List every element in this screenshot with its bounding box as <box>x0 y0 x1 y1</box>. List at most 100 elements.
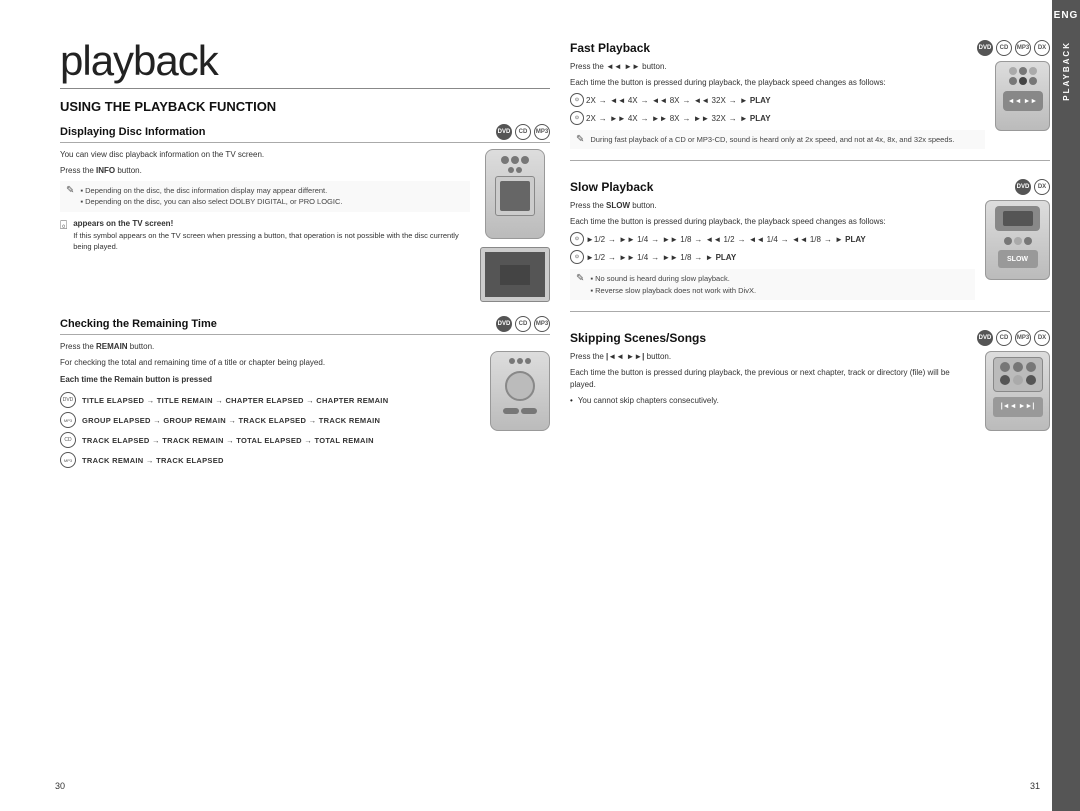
tv-symbol-icon: ⌻ <box>60 218 67 233</box>
skip-disc-icons: DVD CD MP3 DX <box>977 330 1050 346</box>
slow-note-icon: ✎ <box>576 273 584 296</box>
remain-dvd-icon: DVD <box>60 392 76 408</box>
fast-note-text: During fast playback of a CD or MP3-CD, … <box>590 134 954 145</box>
playback-label: PLAYBACK <box>1062 41 1071 101</box>
checking-body: For checking the total and remaining tim… <box>60 357 480 369</box>
skip-body: Each time the button is pressed during p… <box>570 367 975 391</box>
remote-btn <box>509 358 515 364</box>
tv-symbol-title: appears on the TV screen! <box>73 218 470 230</box>
skip-note: • You cannot skip chapters consecutively… <box>570 395 975 411</box>
displaying-disc-icons: DVD CD MP3 <box>496 124 550 140</box>
tv-symbol-block: ⌻ appears on the TV screen! If this symb… <box>60 218 470 253</box>
fast-disc-icons: DVD CD MP3 DX <box>977 40 1050 56</box>
fast-remote: ◄◄ ►► <box>995 61 1050 131</box>
slow-note-1: ▪ No sound is heard during slow playback… <box>590 273 756 284</box>
left-column: playback USING THE PLAYBACK FUNCTION Dis… <box>60 40 550 781</box>
slow-divx-icon: DX <box>1034 179 1050 195</box>
note-text-1b: ▪ Depending on the disc, you can also se… <box>80 196 342 207</box>
skip-mp3-icon: MP3 <box>1015 330 1031 346</box>
remote-btn <box>521 156 529 164</box>
fast-seq-1: ⊙ 2X→ ◄◄ 4X→ ◄◄ 8X→ ◄◄ 32X→ ► PLAY <box>570 93 985 107</box>
slow-playback-section: Slow Playback DVD DX Press the SLOW butt… <box>570 179 1050 312</box>
skip-dvd-icon: DVD <box>977 330 993 346</box>
fast-playback-section: Fast Playback DVD CD MP3 DX Press the ◄◄… <box>570 40 1050 161</box>
each-time-remain: Each time the Remain button is pressed <box>60 374 480 386</box>
slow-seq-2: ⊙ ►1/2→ ►► 1/4→ ►► 1/8→ ► PLAY <box>570 250 975 264</box>
slow-disc-icons: DVD DX <box>1015 179 1050 195</box>
skip-press: Press the |◄◄ ►►| button. <box>570 351 975 363</box>
rb <box>1029 77 1037 85</box>
fast-dvd-icon: DVD <box>977 40 993 56</box>
rb <box>1029 67 1037 75</box>
bullet-dot: • <box>570 396 573 411</box>
fast-mp3-icon: MP3 <box>1015 40 1031 56</box>
cd-icon-2: CD <box>515 316 531 332</box>
remote-btn <box>525 358 531 364</box>
fast-note: ✎ During fast playback of a CD or MP3-CD… <box>570 130 985 149</box>
remain-seq-3: TRACK ELAPSED → TRACK REMAIN → TOTAL ELA… <box>82 436 374 445</box>
fast-body: Each time the button is pressed during p… <box>570 77 985 89</box>
eng-label: ENG <box>1054 0 1079 21</box>
slow-playback-title: Slow Playback <box>570 180 653 194</box>
rb <box>1019 77 1027 85</box>
skipping-section: Skipping Scenes/Songs DVD CD MP3 DX Pres… <box>570 330 1050 439</box>
mp3-icon: MP3 <box>534 124 550 140</box>
rb <box>1004 237 1012 245</box>
remote-image-1 <box>485 149 545 239</box>
displaying-disc-section: Displaying Disc Information DVD CD MP3 Y… <box>60 124 550 302</box>
rb <box>1009 67 1017 75</box>
remote-btn-wide <box>503 408 519 414</box>
remote-btn-small <box>516 167 522 173</box>
checking-disc-icons: DVD CD MP3 <box>496 316 550 332</box>
slow-note: ✎ ▪ No sound is heard during slow playba… <box>570 269 975 300</box>
tv-symbol-text: If this symbol appears on the TV screen … <box>73 230 470 253</box>
fast-cd-icon: CD <box>996 40 1012 56</box>
skip-divx-icon: DX <box>1034 330 1050 346</box>
remote-btn <box>511 156 519 164</box>
note-block-1: ✎ ▪ Depending on the disc, the disc info… <box>60 181 470 212</box>
mp3-icon-2: MP3 <box>534 316 550 332</box>
cd-icon: CD <box>515 124 531 140</box>
remain-row-4: MP3 TRACK REMAIN → TRACK ELAPSED <box>60 452 480 468</box>
note-icon-1: ✎ <box>66 185 74 208</box>
fast-press: Press the ◄◄ ►► button. <box>570 61 985 73</box>
displaying-press-info: Press the INFO button. <box>60 165 470 177</box>
slow-seq-1: ⊙ ►1/2→ ►► 1/4→ ►► 1/8→ ◄◄ 1/2→ ◄◄ 1/4→ … <box>570 232 975 246</box>
page-number-left: 30 <box>55 781 65 791</box>
fast-playback-title: Fast Playback <box>570 41 650 55</box>
remote-btn <box>501 156 509 164</box>
dvd-icon-2: DVD <box>496 316 512 332</box>
rb <box>1019 67 1027 75</box>
rb <box>1014 237 1022 245</box>
remain-mp3cd-icon: MP3 <box>60 412 76 428</box>
checking-press: Press the REMAIN button. <box>60 341 480 353</box>
slow-remote: SLOW <box>985 200 1050 280</box>
remain-seq-4: TRACK REMAIN → TRACK ELAPSED <box>82 456 224 465</box>
slow-dvd-icon: DVD <box>1015 179 1031 195</box>
remain-mp3-icon: MP3 <box>60 452 76 468</box>
fast-divx-icon: DX <box>1034 40 1050 56</box>
remain-cd-icon: CD <box>60 432 76 448</box>
section-heading: USING THE PLAYBACK FUNCTION <box>60 99 550 114</box>
right-column: Fast Playback DVD CD MP3 DX Press the ◄◄… <box>570 40 1050 781</box>
page-title: playback <box>60 40 550 82</box>
displaying-body1: You can view disc playback information o… <box>60 149 470 161</box>
skip-note-text: You cannot skip chapters consecutively. <box>578 395 719 407</box>
fast-note-icon: ✎ <box>576 134 584 145</box>
displaying-disc-title: Displaying Disc Information <box>60 126 205 138</box>
checking-remaining-section: Checking the Remaining Time DVD CD MP3 P… <box>60 316 550 472</box>
remain-row-1: DVD TITLE ELAPSED → TITLE REMAIN → CHAPT… <box>60 392 480 408</box>
remote-btn-small <box>508 167 514 173</box>
remain-row-2: MP3 GROUP ELAPSED → GROUP REMAIN → TRACK… <box>60 412 480 428</box>
remote-btn-wide <box>521 408 537 414</box>
tv-image <box>480 247 550 302</box>
dvd-icon: DVD <box>496 124 512 140</box>
slow-press: Press the SLOW button. <box>570 200 975 212</box>
skipping-title: Skipping Scenes/Songs <box>570 331 706 345</box>
skip-cd-icon: CD <box>996 330 1012 346</box>
remote-image-2 <box>490 351 550 431</box>
note-text-1a: ▪ Depending on the disc, the disc inform… <box>80 185 342 196</box>
rb <box>1009 77 1017 85</box>
skip-remote: |◄◄ ►►| <box>985 351 1050 431</box>
eng-sidebar: ENG PLAYBACK <box>1052 0 1080 811</box>
